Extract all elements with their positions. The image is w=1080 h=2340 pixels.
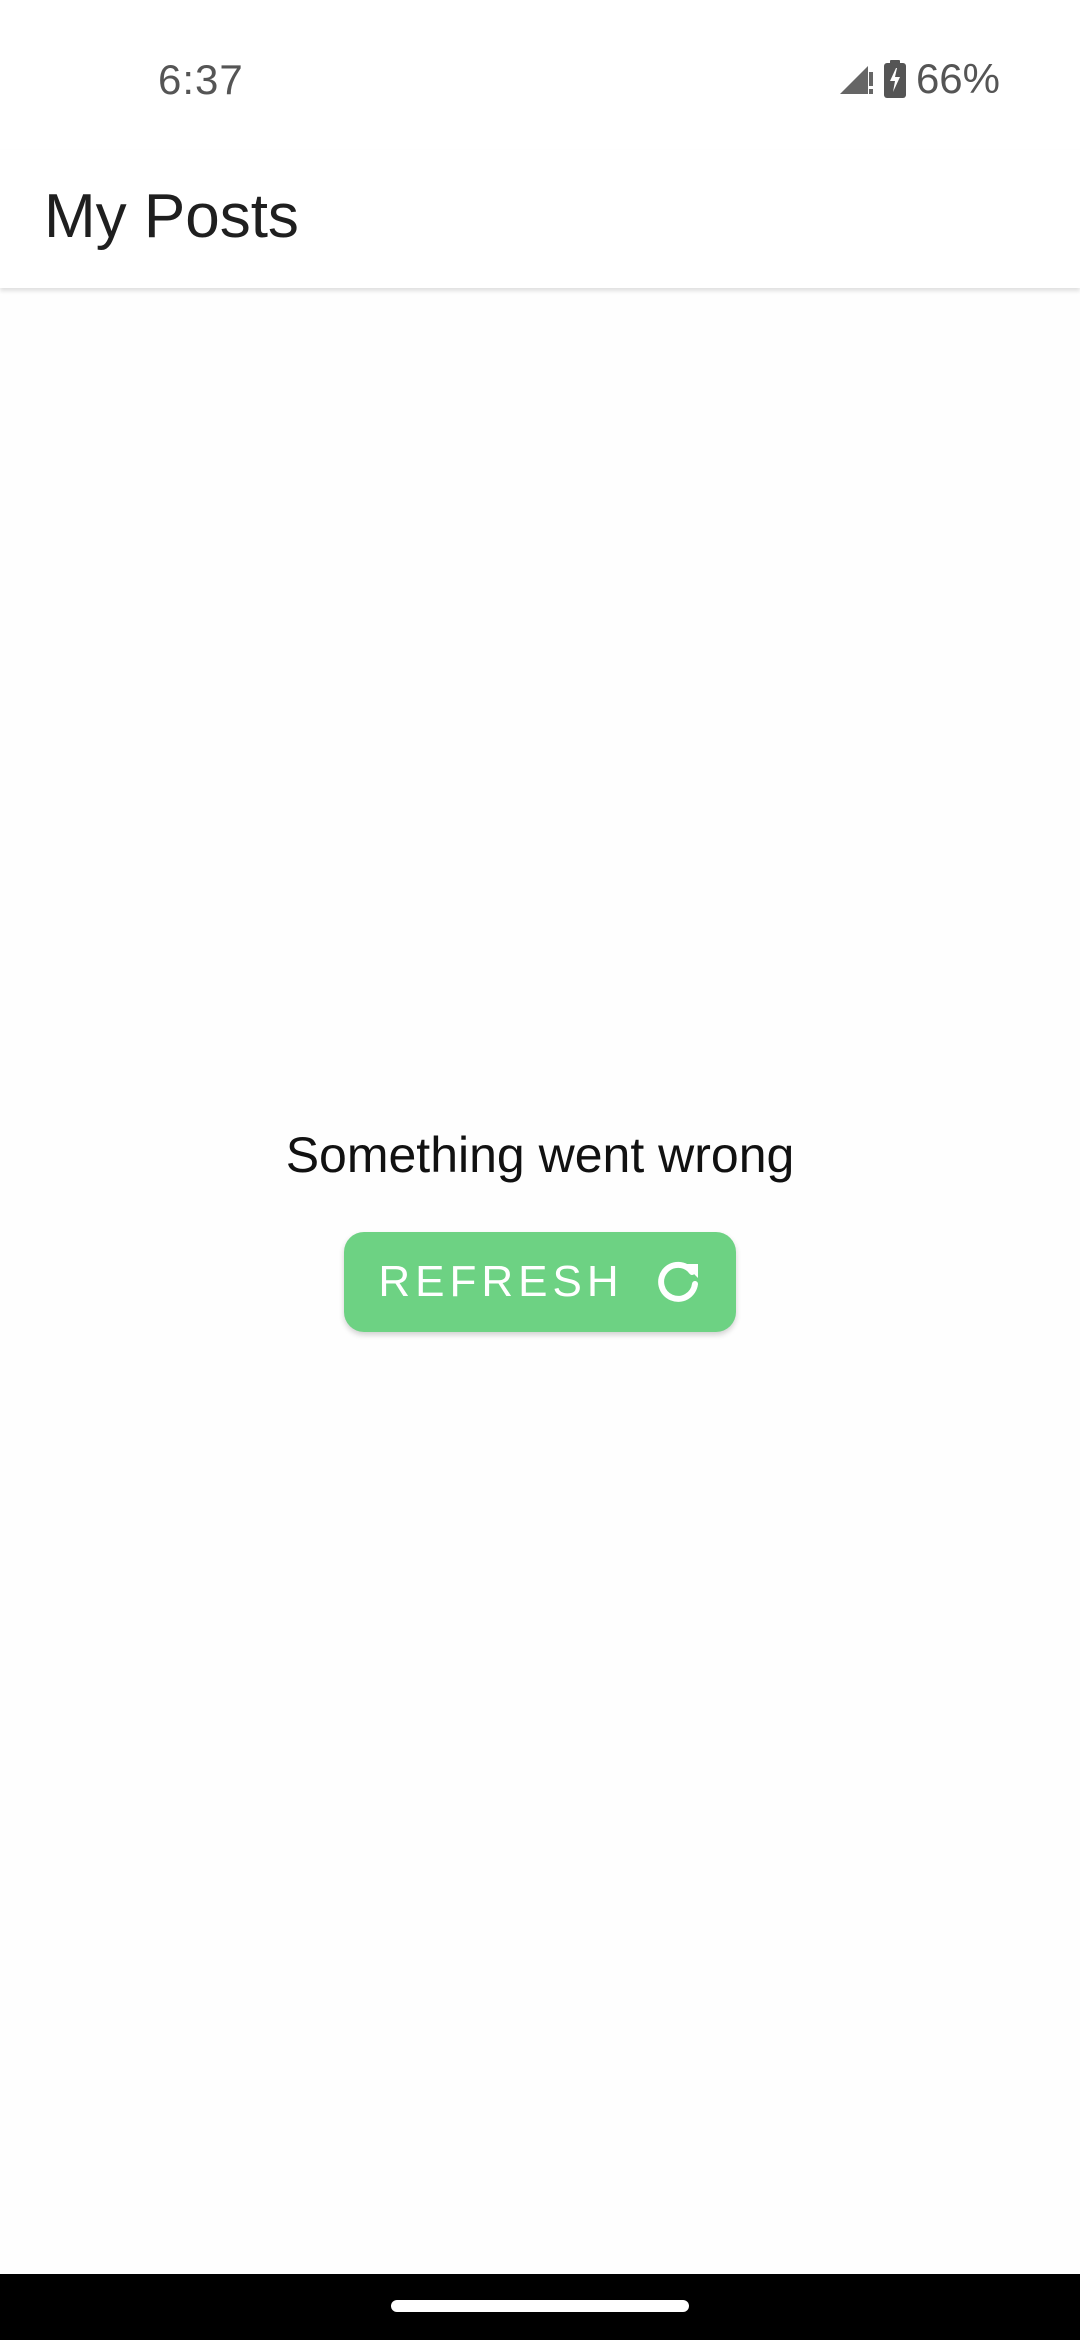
refresh-button[interactable]: REFRESH bbox=[344, 1232, 736, 1332]
home-indicator[interactable] bbox=[391, 2300, 689, 2312]
page-title: My Posts bbox=[44, 182, 299, 251]
refresh-button-label: REFRESH bbox=[378, 1257, 624, 1306]
battery-charging-icon bbox=[883, 60, 906, 98]
refresh-icon bbox=[654, 1258, 702, 1306]
status-icons: 66% bbox=[838, 54, 1000, 104]
status-bar: 6:37 66% bbox=[0, 0, 1080, 150]
navigation-bar bbox=[0, 2274, 1080, 2340]
signal-no-service-icon bbox=[838, 62, 876, 96]
error-message: Something went wrong bbox=[285, 1127, 795, 1183]
app-bar: My Posts bbox=[0, 150, 1080, 288]
battery-percentage: 66% bbox=[915, 55, 1000, 102]
status-time: 6:37 bbox=[158, 56, 244, 103]
main-content: Something went wrong REFRESH bbox=[0, 290, 1080, 2274]
